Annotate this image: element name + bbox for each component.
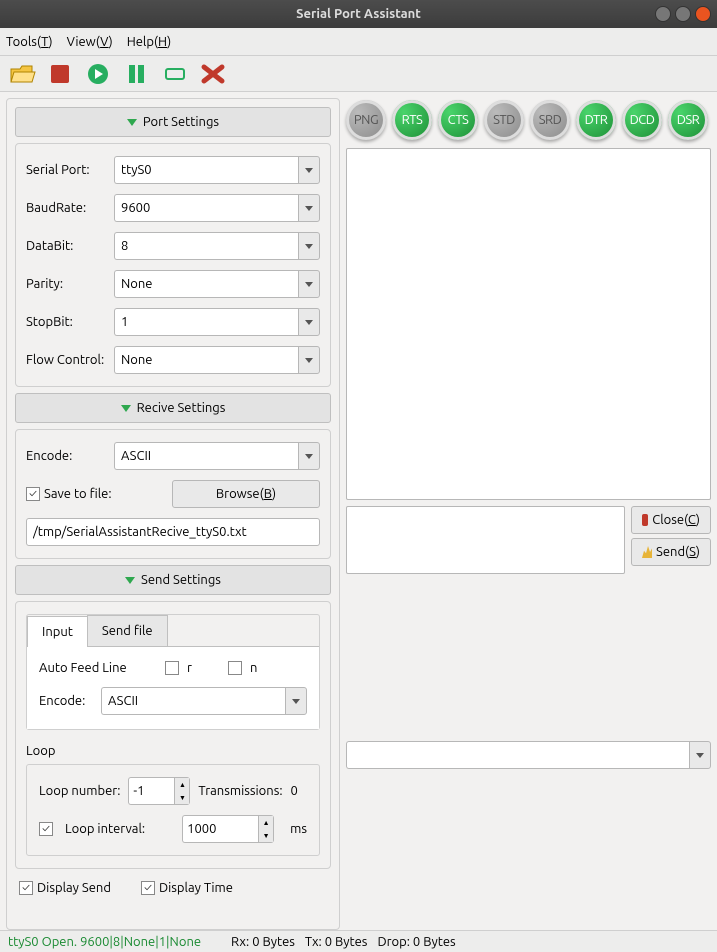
flowcontrol-label: Flow Control: — [26, 353, 108, 367]
transmissions-value: 0 — [291, 784, 298, 798]
loop-title: Loop — [26, 744, 320, 758]
display-time-wrap[interactable]: Display Time — [141, 881, 233, 895]
led-dtr: DTR — [576, 100, 616, 140]
send-textarea[interactable] — [346, 506, 625, 574]
maximize-button[interactable] — [675, 6, 691, 22]
n-checkbox[interactable] — [228, 661, 242, 675]
loop-number-input[interactable]: ▲▼ — [128, 777, 190, 805]
ms-label: ms — [290, 822, 307, 836]
send-icon — [642, 546, 652, 558]
baudrate-combo[interactable] — [114, 194, 320, 222]
log-area[interactable] — [346, 148, 711, 500]
content: Port Settings Serial Port: BaudRate: Dat… — [0, 92, 717, 930]
r-checkbox-wrap[interactable]: r — [165, 661, 192, 675]
browse-button[interactable]: Browse(B) — [172, 480, 320, 508]
chevron-down-icon — [127, 119, 137, 126]
display-options: Display Send Display Time — [15, 875, 331, 895]
stop-icon[interactable] — [48, 63, 74, 85]
chip-icon[interactable] — [162, 63, 188, 85]
status-drop: Drop: 0 Bytes — [377, 935, 455, 949]
close-button[interactable]: Close(C) — [631, 506, 711, 534]
display-time-checkbox[interactable] — [141, 881, 155, 895]
databit-combo[interactable] — [114, 232, 320, 260]
chevron-down-icon — [121, 405, 131, 412]
menu-help[interactable]: Help(H) — [127, 35, 172, 49]
receive-settings-group: Encode: Save to file: Browse(B) — [15, 429, 331, 559]
led-rts: RTS — [392, 100, 432, 140]
loop-section: Loop Loop number: ▲▼ Transmissions: 0 Lo… — [26, 744, 320, 856]
status-tx: Tx: 0 Bytes — [305, 935, 368, 949]
loop-interval-label: Loop interval: — [65, 822, 145, 836]
left-pane: Port Settings Serial Port: BaudRate: Dat… — [6, 98, 340, 930]
baudrate-label: BaudRate: — [26, 201, 108, 215]
databit-label: DataBit: — [26, 239, 108, 253]
n-checkbox-wrap[interactable]: n — [228, 661, 257, 675]
flowcontrol-combo[interactable] — [114, 346, 320, 374]
led-srd: SRD — [530, 100, 570, 140]
transmissions-label: Transmissions: — [198, 784, 282, 798]
titlebar: Serial Port Assistant — [0, 0, 717, 28]
led-row: PNG RTS CTS STD SRD DTR DCD DSR — [346, 98, 711, 142]
send-tabs: Input Send file — [27, 615, 319, 647]
chevron-down-icon — [125, 577, 135, 584]
loop-interval-input[interactable]: ▲▼ — [182, 815, 282, 843]
recv-encode-combo[interactable] — [114, 442, 320, 470]
save-path-input[interactable] — [26, 518, 320, 546]
parity-combo[interactable] — [114, 270, 320, 298]
stopbit-label: StopBit: — [26, 315, 108, 329]
send-settings-group: Input Send file Auto Feed Line r n Encod… — [15, 601, 331, 869]
send-settings-header[interactable]: Send Settings — [15, 565, 331, 595]
led-std: STD — [484, 100, 524, 140]
menubar: Tools(T) View(V) Help(H) — [0, 28, 717, 56]
menu-tools[interactable]: Tools(T) — [6, 35, 53, 49]
auto-feed-line-label: Auto Feed Line — [39, 661, 159, 675]
open-icon[interactable] — [10, 63, 36, 85]
led-cts: CTS — [438, 100, 478, 140]
display-send-checkbox[interactable] — [19, 881, 33, 895]
menu-view[interactable]: View(V) — [67, 35, 113, 49]
loop-number-label: Loop number: — [39, 784, 120, 798]
r-checkbox[interactable] — [165, 661, 179, 675]
receive-settings-header[interactable]: Recive Settings — [15, 393, 331, 423]
pause-icon[interactable] — [124, 63, 150, 85]
tab-input[interactable]: Input — [27, 616, 88, 647]
led-dsr: DSR — [668, 100, 708, 140]
serial-port-label: Serial Port: — [26, 163, 108, 177]
port-settings-header[interactable]: Port Settings — [15, 107, 331, 137]
statusbar: ttyS0 Open. 9600|8|None|1|None Rx: 0 Byt… — [0, 930, 717, 952]
play-icon[interactable] — [86, 63, 112, 85]
send-encode-label: Encode: — [39, 694, 95, 708]
toolbar — [0, 56, 717, 92]
send-button[interactable]: Send(S) — [631, 538, 711, 566]
display-send-wrap[interactable]: Display Send — [19, 881, 111, 895]
delete-icon[interactable] — [200, 63, 226, 85]
recv-encode-label: Encode: — [26, 449, 108, 463]
send-history-combo[interactable] — [346, 580, 711, 930]
serial-port-combo[interactable] — [114, 156, 320, 184]
window-controls — [655, 6, 711, 22]
tab-sendfile[interactable]: Send file — [87, 615, 168, 646]
parity-label: Parity: — [26, 277, 108, 291]
status-connection: ttyS0 Open. 9600|8|None|1|None — [8, 935, 201, 949]
led-png: PNG — [346, 100, 386, 140]
close-icon — [642, 514, 648, 526]
close-window-button[interactable] — [695, 6, 711, 22]
led-dcd: DCD — [622, 100, 662, 140]
minimize-button[interactable] — [655, 6, 671, 22]
save-to-file-checkbox[interactable] — [26, 487, 40, 501]
send-area: Close(C) Send(S) — [346, 506, 711, 574]
port-settings-group: Serial Port: BaudRate: DataBit: Parity: … — [15, 143, 331, 387]
send-encode-combo[interactable] — [101, 687, 307, 715]
stopbit-combo[interactable] — [114, 308, 320, 336]
save-to-file-label: Save to file: — [26, 487, 166, 501]
status-rx: Rx: 0 Bytes — [231, 935, 295, 949]
window-title: Serial Port Assistant — [296, 7, 421, 21]
loop-interval-checkbox[interactable] — [39, 822, 53, 836]
right-pane: PNG RTS CTS STD SRD DTR DCD DSR Close(C)… — [346, 98, 711, 930]
